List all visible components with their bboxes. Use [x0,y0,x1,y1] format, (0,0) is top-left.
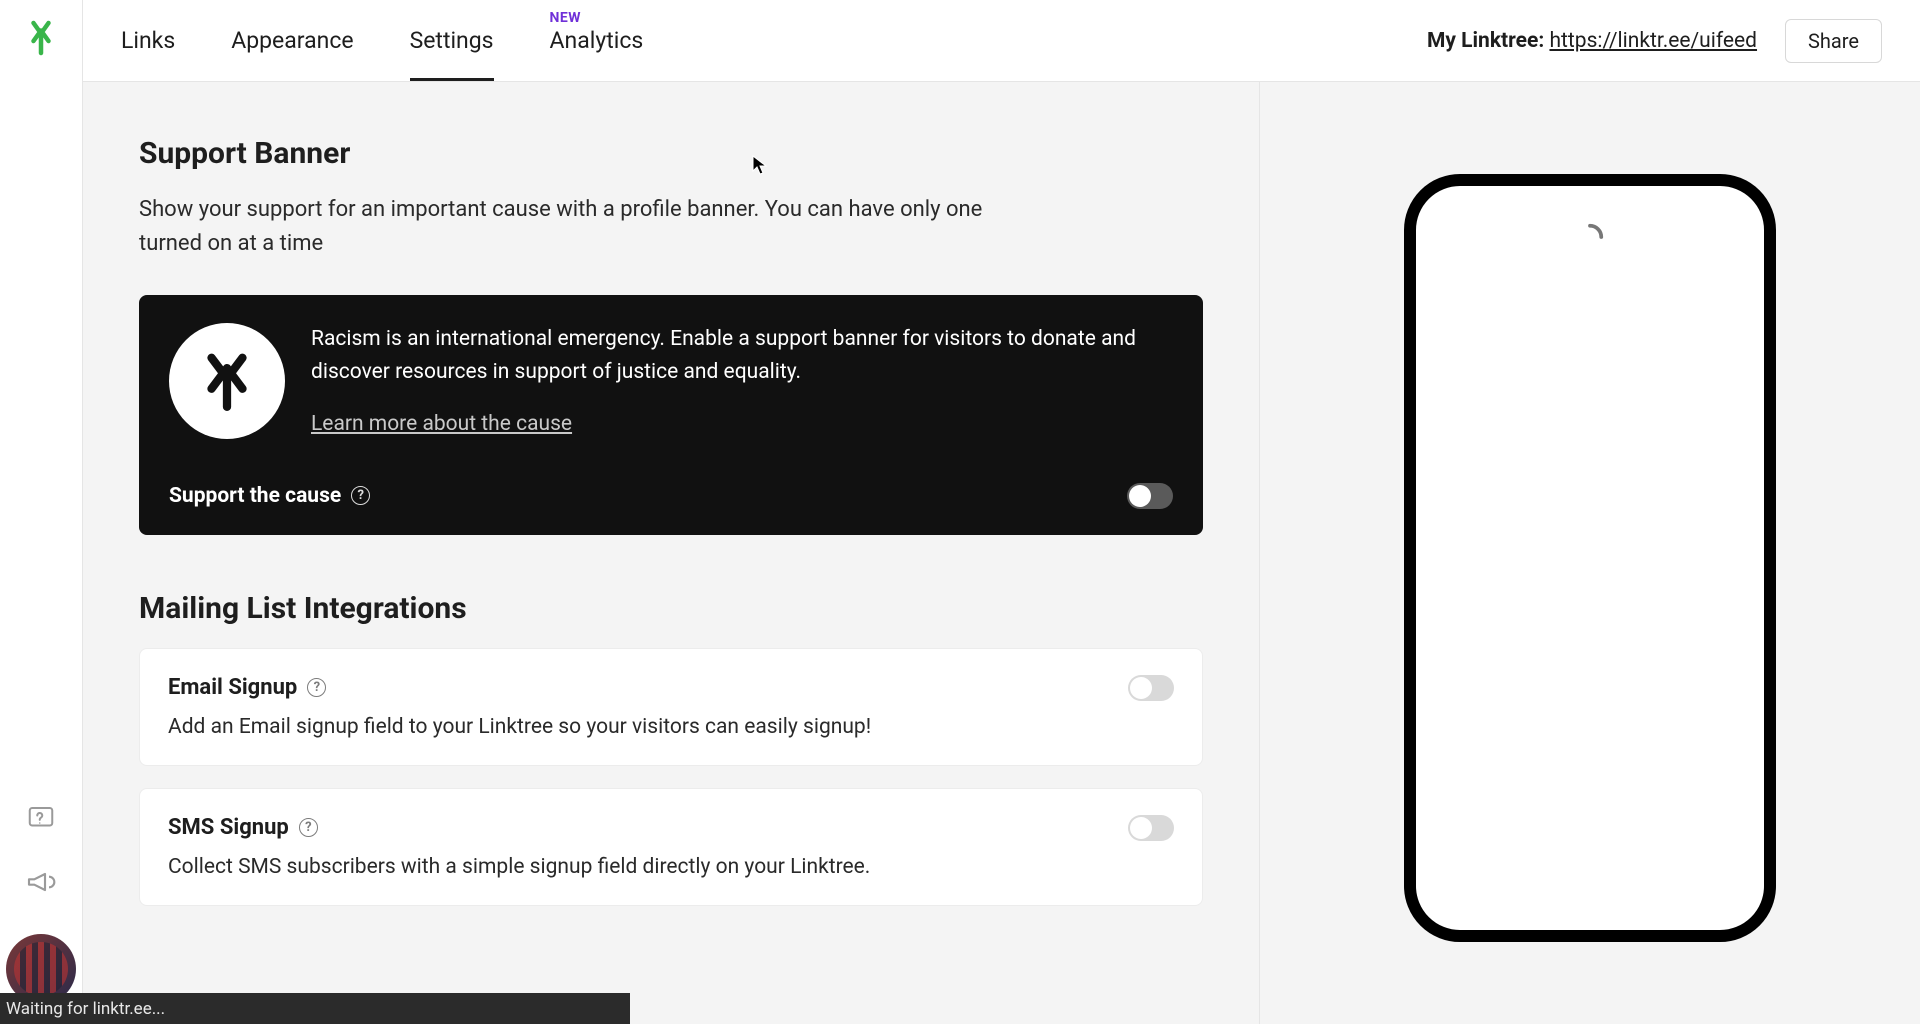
mailing-list-section: Mailing List Integrations Email Signup ?… [139,591,1203,906]
linktree-logo-icon[interactable] [23,20,59,56]
mylinktree-url[interactable]: https://linktr.ee/uifeed [1549,29,1757,53]
sms-signup-toggle[interactable] [1128,815,1174,841]
help-tooltip-icon[interactable]: ? [351,486,370,505]
phone-preview [1404,174,1776,942]
status-bar: Waiting for linktr.ee... [0,993,630,1024]
section-title: Mailing List Integrations [139,591,1203,626]
card-title: SMS Signup [168,815,289,840]
loading-spinner-icon [1575,222,1605,252]
settings-panel: Support Banner Show your support for an … [83,82,1260,1024]
tab-badge-new: NEW [550,10,582,26]
mylinktree-label: My Linktree: [1427,29,1544,53]
cause-logo-icon [169,323,285,439]
email-signup-toggle[interactable] [1128,675,1174,701]
tab-settings[interactable]: Settings [410,0,494,81]
tab-label: Links [121,27,175,54]
support-cause-card: Racism is an international emergency. En… [139,295,1203,535]
cause-text-body: Racism is an international emergency. En… [311,327,1136,384]
topbar: Links Appearance Settings NEW Analytics … [83,0,1920,82]
megaphone-icon[interactable] [23,864,59,900]
section-description: Show your support for an important cause… [139,193,1039,261]
tab-appearance[interactable]: Appearance [231,0,353,81]
tab-links[interactable]: Links [121,0,175,81]
card-description: Collect SMS subscribers with a simple si… [168,855,1174,879]
help-icon[interactable] [23,800,59,836]
help-tooltip-icon[interactable]: ? [299,818,318,837]
tab-label: Analytics [550,27,644,54]
cause-text: Racism is an international emergency. En… [311,323,1173,441]
preview-panel [1260,82,1920,1024]
tab-analytics[interactable]: NEW Analytics [550,0,644,81]
learn-more-link[interactable]: Learn more about the cause [311,408,572,441]
support-toggle-label: Support the cause [169,484,341,508]
support-cause-toggle[interactable] [1127,483,1173,509]
section-title: Support Banner [139,136,1203,171]
tab-label: Settings [410,27,494,54]
nav-tabs: Links Appearance Settings NEW Analytics [121,0,643,81]
email-signup-card: Email Signup ? Add an Email signup field… [139,648,1203,766]
tab-label: Appearance [231,27,353,54]
card-title: Email Signup [168,675,297,700]
left-rail [0,0,83,1024]
support-banner-section: Support Banner Show your support for an … [139,136,1203,535]
help-tooltip-icon[interactable]: ? [307,678,326,697]
card-description: Add an Email signup field to your Linktr… [168,715,1174,739]
share-button[interactable]: Share [1785,19,1882,63]
sms-signup-card: SMS Signup ? Collect SMS subscribers wit… [139,788,1203,906]
